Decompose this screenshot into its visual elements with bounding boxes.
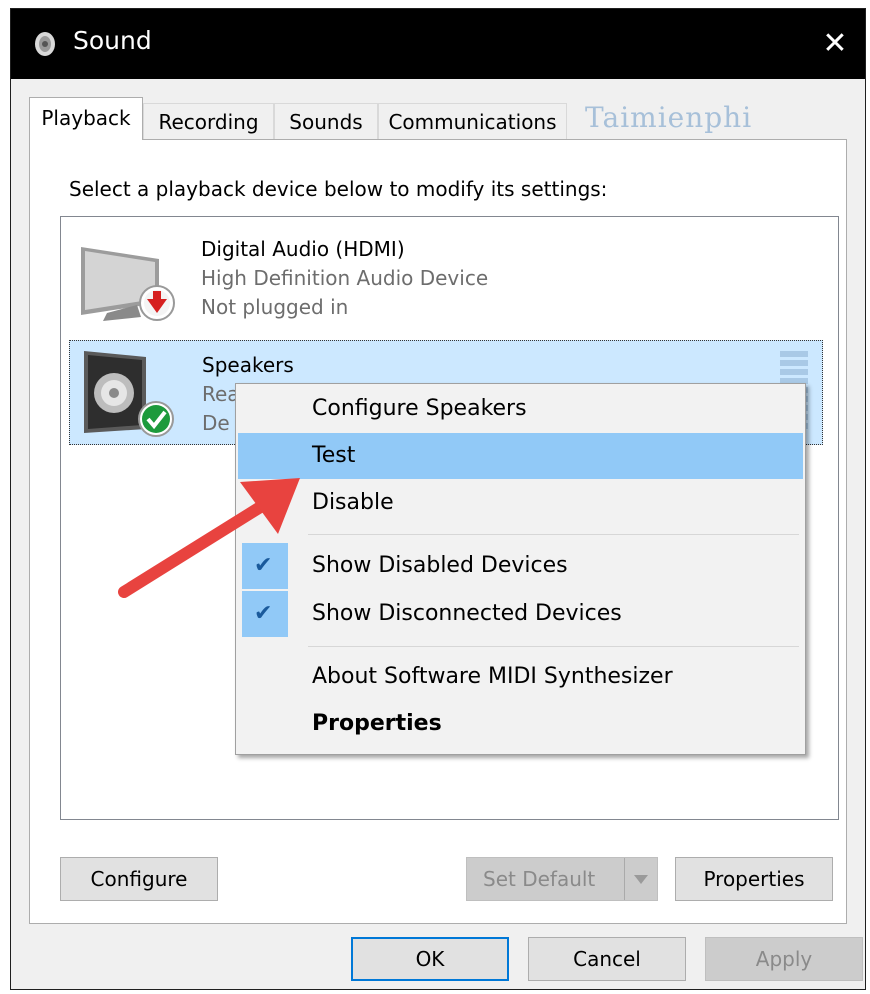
set-default-button[interactable]: Set Default (466, 857, 658, 901)
menu-item-test[interactable]: Test (238, 433, 803, 479)
menu-item-disable[interactable]: Disable (238, 480, 803, 526)
speaker-box-icon (84, 351, 174, 437)
device-description: High Definition Audio Device (201, 266, 489, 290)
monitor-icon (81, 247, 175, 321)
menu-item-configure-speakers[interactable]: Configure Speakers (238, 386, 803, 432)
window-title: Sound (73, 26, 152, 55)
tab-sounds[interactable]: Sounds (274, 103, 378, 139)
set-default-label: Set Default (483, 867, 596, 891)
device-context-menu: Configure Speakers Test Disable ✔ Show D… (235, 383, 806, 755)
checkmark-icon: ✔ (242, 543, 288, 589)
set-default-dropdown[interactable] (624, 858, 657, 900)
menu-separator (308, 646, 799, 647)
checkmark-icon: ✔ (242, 591, 288, 637)
device-name: Speakers (202, 353, 294, 377)
title-bar[interactable]: Sound ✕ (11, 9, 865, 79)
menu-separator (308, 534, 799, 535)
device-description: Rea (202, 382, 240, 406)
cancel-button[interactable]: Cancel (528, 937, 686, 981)
device-digital-audio-hdmi[interactable]: Digital Audio (HDMI) High Definition Aud… (69, 225, 823, 330)
device-status: De (202, 411, 230, 435)
tab-recording[interactable]: Recording (143, 103, 274, 139)
ok-button[interactable]: OK (351, 937, 509, 981)
apply-button[interactable]: Apply (705, 937, 863, 981)
speaker-icon (35, 32, 55, 56)
tab-playback[interactable]: Playback (29, 97, 143, 140)
watermark-logo: Taimienphi (585, 101, 753, 134)
menu-item-show-disabled-devices[interactable]: ✔ Show Disabled Devices (238, 543, 803, 589)
device-status: Not plugged in (201, 295, 349, 319)
chevron-down-icon (634, 875, 648, 884)
instruction-text: Select a playback device below to modify… (69, 177, 608, 201)
tab-communications[interactable]: Communications (378, 103, 567, 139)
menu-item-show-disconnected-devices[interactable]: ✔ Show Disconnected Devices (238, 591, 803, 637)
device-name: Digital Audio (HDMI) (201, 237, 405, 261)
configure-button[interactable]: Configure (60, 857, 218, 901)
properties-button[interactable]: Properties (675, 857, 833, 901)
menu-item-about-midi-synth[interactable]: About Software MIDI Synthesizer (238, 654, 803, 700)
menu-item-properties[interactable]: Properties (238, 701, 803, 747)
close-button[interactable]: ✕ (805, 9, 865, 79)
